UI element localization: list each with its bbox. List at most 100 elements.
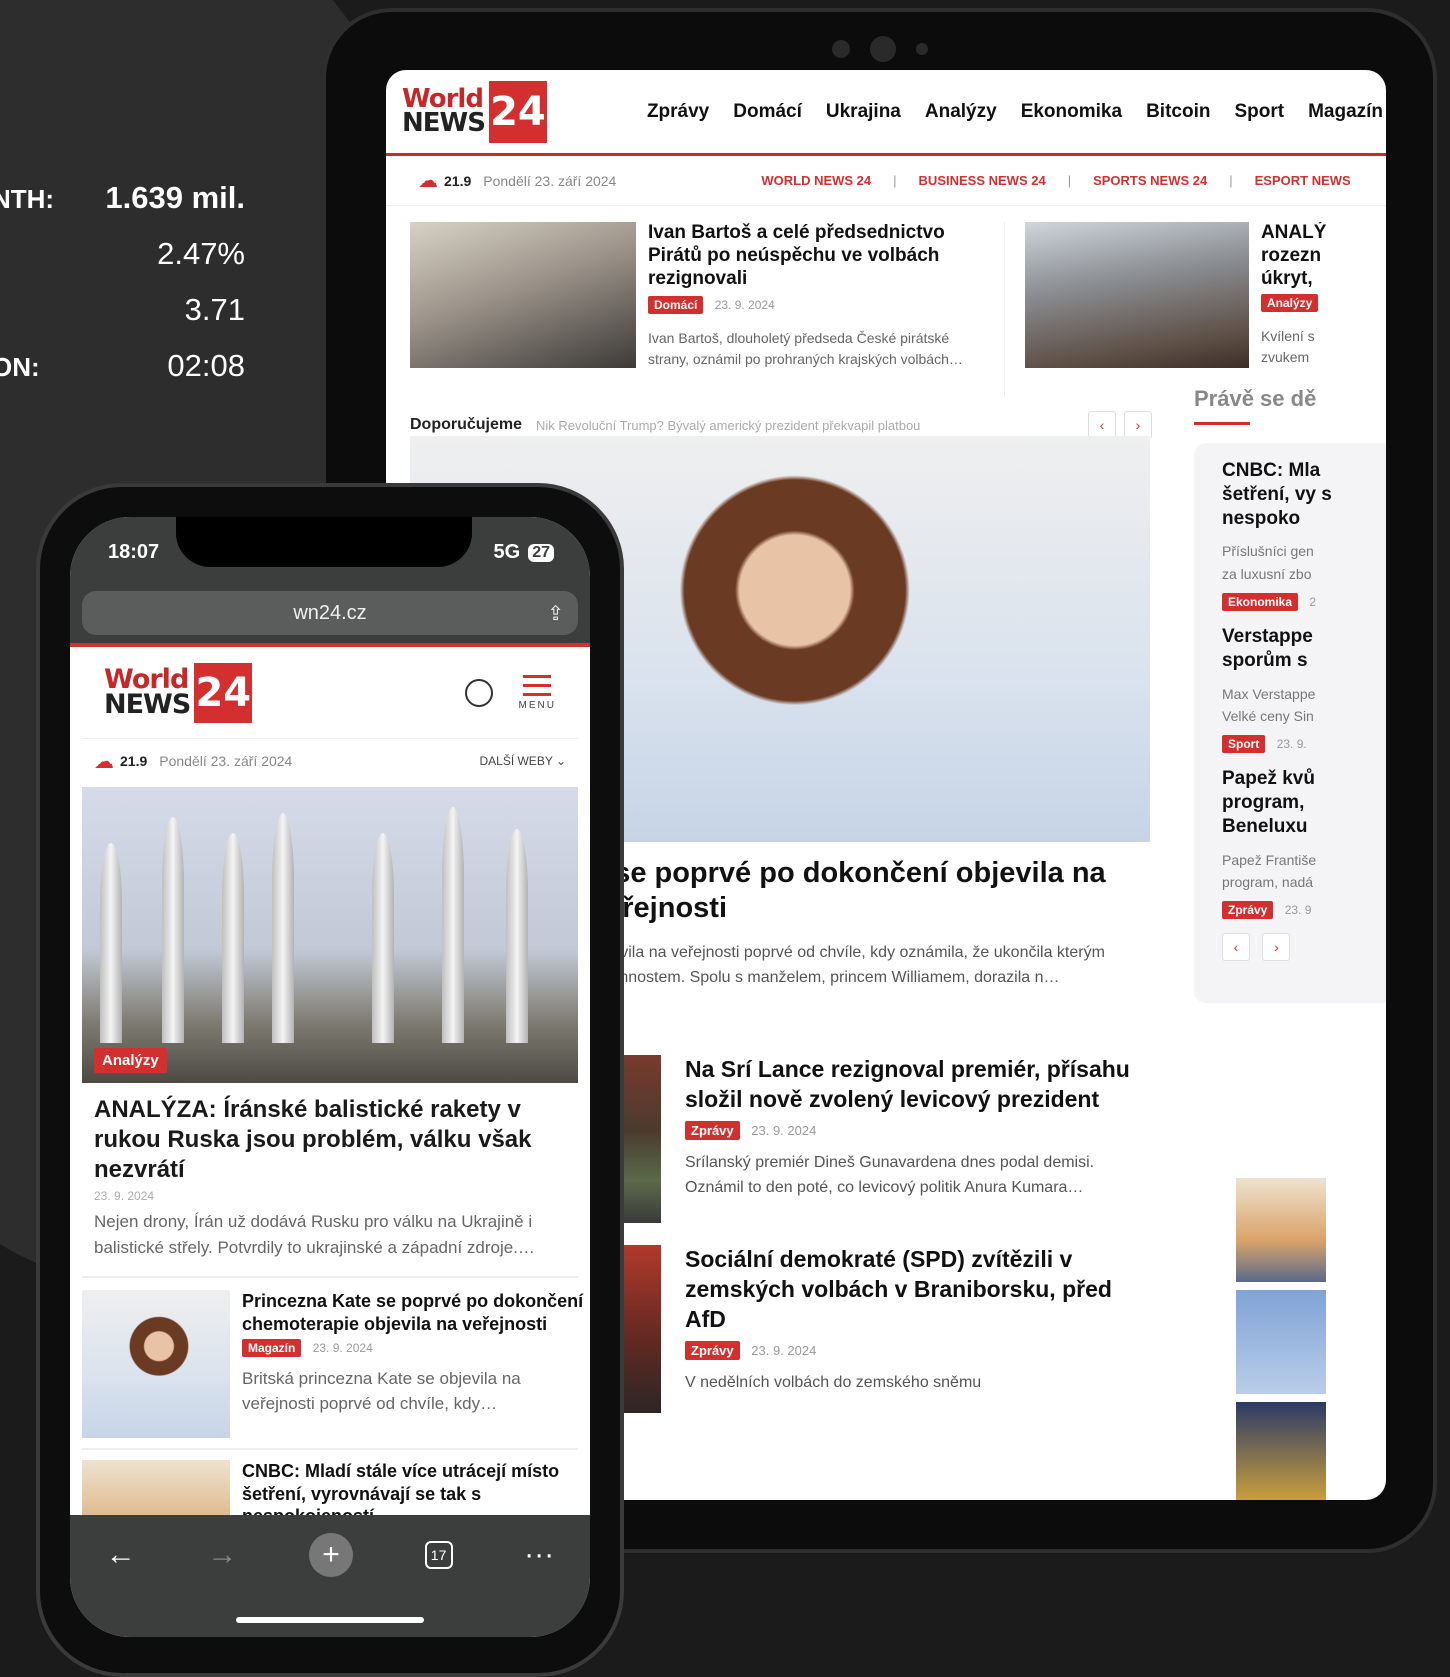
sidebar-excerpt: Max Verstappe Velké ceny Sin: [1222, 685, 1316, 724]
logo-number: 24: [488, 80, 547, 143]
category-badge[interactable]: Zprávy: [1222, 901, 1274, 920]
category-badge[interactable]: Domácí: [648, 296, 704, 315]
nav-item-sport[interactable]: Sport: [1234, 101, 1284, 123]
more-sites-dropdown[interactable]: DALŠÍ WEBY ⌄: [479, 754, 566, 768]
cloud-icon: ☁: [94, 750, 114, 773]
stat-row: 3.71: [0, 292, 245, 348]
sidebar-date: 23. 9.: [1276, 737, 1307, 752]
network-type: 5G: [493, 541, 521, 563]
site-link[interactable]: WORLD NEWS 24: [761, 173, 871, 188]
nav-item-zpravy[interactable]: Zprávy: [647, 101, 709, 123]
tab-count-button[interactable]: 17: [424, 1541, 453, 1569]
list-image: [82, 1290, 230, 1438]
site-logo[interactable]: World NEWS 24: [104, 662, 253, 723]
sidebar-date: 23. 9: [1284, 903, 1312, 918]
category-badge[interactable]: Analýzy: [94, 1048, 167, 1073]
nav-item-bitcoin[interactable]: Bitcoin: [1146, 101, 1210, 123]
category-badge[interactable]: Ekonomika: [1222, 593, 1299, 612]
category-badge[interactable]: Magazín: [242, 1339, 302, 1357]
search-icon[interactable]: [464, 678, 493, 707]
more-options-icon[interactable]: ···: [524, 1538, 554, 1572]
sidebar-excerpt: Příslušníci gen za luxusní zbo: [1222, 543, 1314, 582]
sidebar-item[interactable]: Papež kvů program, Beneluxu Papež Franti…: [1222, 767, 1366, 920]
browser-chrome: 18:07 5G 27 wn24.cz ⇪: [70, 517, 590, 643]
list-item[interactable]: Princezna Kate se poprvé po dokončení ch…: [82, 1290, 590, 1438]
stat-value: 1.639 mil.: [105, 180, 245, 215]
gallery-image[interactable]: [1236, 1178, 1326, 1282]
list-item[interactable]: Sociální demokraté (SPD) zvítězili v zem…: [601, 1245, 1141, 1413]
current-date: Pondělí 23. září 2024: [483, 172, 617, 189]
stat-label: ON:: [0, 352, 40, 382]
list-date: 23. 9. 2024: [312, 1341, 373, 1355]
nav-item-magazin[interactable]: Magazín: [1308, 101, 1383, 123]
recommend-label: Doporučujeme: [410, 416, 523, 433]
hero-image[interactable]: Analýzy: [82, 787, 578, 1083]
current-date: Pondělí 23. září 2024: [159, 753, 293, 769]
list-item[interactable]: Na Srí Lance rezignoval premiér, přísahu…: [601, 1055, 1141, 1223]
site-link[interactable]: ESPORT NEWS: [1255, 173, 1351, 188]
site-header: World NEWS 24 Zprávy Domácí Ukrajina Ana…: [386, 70, 1386, 156]
sidebar-item[interactable]: Verstappe sporům s Max Verstappe Velké c…: [1222, 625, 1366, 754]
site-link[interactable]: SPORTS NEWS 24: [1093, 173, 1207, 188]
next-arrow-button[interactable]: ›: [1262, 933, 1291, 962]
back-arrow-icon[interactable]: ←: [106, 1538, 136, 1572]
category-badge[interactable]: Analýzy: [1260, 294, 1319, 313]
menu-button[interactable]: MENU: [518, 674, 556, 711]
nav-item-ekonomika[interactable]: Ekonomika: [1021, 101, 1122, 123]
recommend-ticker[interactable]: Nik Revoluční Trump? Bývalý americký pre…: [536, 418, 1080, 433]
category-badge[interactable]: Zprávy: [685, 1340, 740, 1360]
category-badge[interactable]: Zprávy: [685, 1120, 740, 1140]
nav-item-analyzy[interactable]: Analýzy: [925, 101, 997, 123]
stat-row: NTH: 1.639 mil.: [0, 180, 245, 236]
logo-news: NEWS: [402, 107, 486, 138]
top-story-card[interactable]: Ivan Bartoš a celé předsednictvo Pirátů …: [410, 222, 1005, 396]
weather-bar: ☁ 21.9 Pondělí 23. září 2024 DALŠÍ WEBY …: [70, 739, 590, 783]
sidebar-excerpt: Papež Františe program, nadá: [1222, 851, 1317, 890]
hero-excerpt: Nejen drony, Írán už dodává Rusku pro vá…: [94, 1212, 535, 1257]
list-title: Sociální demokraté (SPD) zvítězili v zem…: [685, 1246, 1112, 1332]
mobile-header: World NEWS 24 MENU: [82, 647, 578, 739]
share-icon[interactable]: ⇪: [547, 601, 564, 626]
list-excerpt: Britská princezna Kate se objevila na ve…: [242, 1369, 521, 1413]
stat-value: 3.71: [184, 292, 245, 327]
stat-value: 02:08: [167, 348, 245, 383]
new-tab-button[interactable]: +: [308, 1533, 353, 1577]
story-image: [410, 222, 636, 368]
sidebar-box: CNBC: Mla šetření, vy s nespoko Příslušn…: [1194, 443, 1386, 1003]
gallery-image[interactable]: [1236, 1290, 1326, 1394]
sidebar-title: CNBC: Mla šetření, vy s nespoko: [1222, 460, 1332, 529]
nav-item-ukrajina[interactable]: Ukrajina: [826, 101, 901, 123]
phone-screen: 18:07 5G 27 wn24.cz ⇪ World NEWS 24 MENU…: [70, 517, 590, 1637]
address-bar[interactable]: wn24.cz ⇪: [82, 591, 578, 635]
sister-sites: WORLD NEWS 24 | BUSINESS NEWS 24 | SPORT…: [761, 173, 1351, 188]
stat-value: 2.47%: [157, 236, 245, 271]
sidebar-heading: Právě se dě: [1194, 386, 1317, 411]
story-excerpt: Kvílení s zvukem: [1260, 328, 1315, 365]
site-link[interactable]: BUSINESS NEWS 24: [919, 173, 1046, 188]
gallery-image[interactable]: [1236, 1402, 1326, 1500]
top-story-card[interactable]: ANALÝ rozezn úkryt, Analýzy Kvílení s zv…: [1024, 222, 1362, 396]
prev-arrow-button[interactable]: ‹: [1088, 411, 1116, 439]
home-indicator: [236, 1617, 424, 1623]
url-text: wn24.cz: [293, 601, 367, 624]
menu-label: MENU: [518, 699, 556, 711]
forward-arrow-icon[interactable]: →: [207, 1538, 237, 1572]
story-date: 23. 9. 2024: [714, 298, 775, 313]
story-title: Ivan Bartoš a celé předsednictvo Pirátů …: [648, 222, 945, 289]
sidebar-item[interactable]: CNBC: Mla šetření, vy s nespoko Příslušn…: [1222, 459, 1366, 612]
browser-toolbar: ← → + 17 ···: [70, 1515, 590, 1637]
nav-item-domaci[interactable]: Domácí: [733, 101, 802, 123]
hero-title[interactable]: ANALÝZA: Íránské balistické rakety v ruk…: [70, 1083, 590, 1185]
sidebar-date: 2: [1309, 595, 1317, 610]
sidebar-title: Verstappe sporům s: [1222, 626, 1313, 671]
site-logo[interactable]: World NEWS 24: [402, 80, 547, 143]
stat-row: 2.47%: [0, 236, 245, 292]
category-badge[interactable]: Sport: [1222, 735, 1266, 754]
list-date: 23. 9. 2024: [751, 1342, 817, 1358]
prev-arrow-button[interactable]: ‹: [1222, 933, 1250, 962]
cloud-icon: ☁: [418, 170, 438, 192]
trending-sidebar: Právě se dě CNBC: Mla šetření, vy s nesp…: [1194, 386, 1386, 1003]
next-arrow-button[interactable]: ›: [1124, 411, 1152, 439]
clock: 18:07: [108, 541, 160, 563]
list-title: Princezna Kate se poprvé po dokončení ch…: [242, 1291, 584, 1334]
